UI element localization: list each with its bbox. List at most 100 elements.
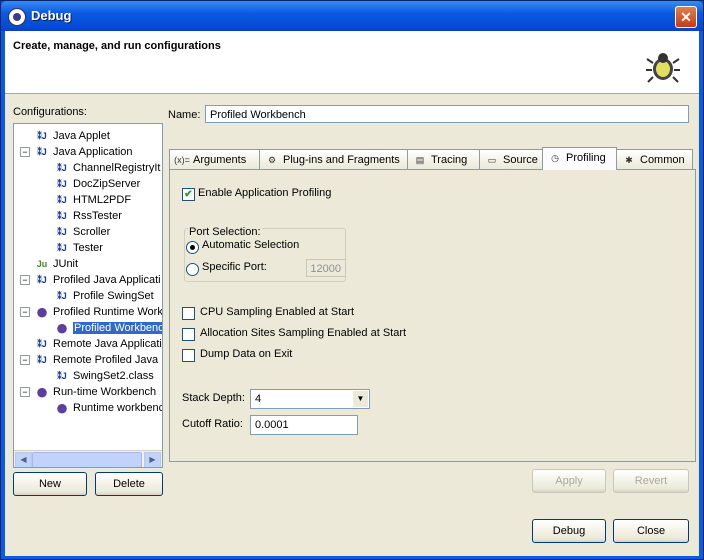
- profiling-clock-icon: ◷: [551, 153, 559, 164]
- tree-item[interactable]: Profiled Workbench: [54, 320, 162, 336]
- name-label: Name:: [168, 109, 201, 121]
- tree-item[interactable]: − ⁑J Profiled Java Applicati: [20, 272, 161, 288]
- scrollbar-thumb[interactable]: [32, 452, 142, 467]
- tree-item[interactable]: ⁑J Remote Java Applicati: [34, 336, 162, 352]
- tree-item[interactable]: ⁑J DocZipServer: [54, 176, 140, 192]
- automatic-selection-label: Automatic Selection: [202, 239, 300, 251]
- revert-button[interactable]: Revert: [613, 469, 689, 493]
- debug-dialog: Debug ✕ Create, manage, and run configur…: [0, 0, 704, 560]
- tree-item[interactable]: − ⁑J Java Application: [20, 144, 133, 160]
- tab-label: Tracing: [431, 154, 468, 166]
- scroll-right-icon[interactable]: ▶: [144, 452, 161, 467]
- chevron-down-icon[interactable]: ▼: [353, 391, 368, 407]
- java-app-icon: ⁑J: [57, 211, 67, 222]
- tree-item-label: Scroller: [73, 226, 111, 238]
- tree-item[interactable]: ⁑J RssTester: [54, 208, 122, 224]
- dialog-header: Create, manage, and run configurations: [5, 31, 699, 94]
- tab-label: Source: [503, 154, 538, 166]
- tree-item[interactable]: − Profiled Runtime Work: [20, 304, 163, 320]
- tree-item-label: SwingSet2.class: [73, 370, 154, 382]
- port-selection-title: Port Selection:: [188, 226, 262, 238]
- java-app-icon: ⁑J: [57, 243, 67, 254]
- tree-item[interactable]: ⁑J ChannelRegistryIt: [54, 160, 160, 176]
- tab-source[interactable]: ▭ Source: [479, 149, 543, 169]
- junit-icon: Ju: [36, 259, 48, 270]
- bug-icon: [646, 53, 680, 83]
- apply-button[interactable]: Apply: [532, 469, 606, 493]
- runtime-workbench-icon: [34, 305, 50, 320]
- specific-port-field[interactable]: 12000: [306, 259, 346, 277]
- tab-profiling[interactable]: ◷ Profiling: [542, 147, 617, 170]
- java-app-icon: ⁑J: [37, 147, 47, 158]
- tree-item[interactable]: ⁑J Tester: [54, 240, 103, 256]
- tree-item-label: Tester: [73, 242, 103, 254]
- java-app-icon: ⁑J: [57, 227, 67, 238]
- tab-label: Common: [640, 154, 685, 166]
- tree-item[interactable]: ⁑J SwingSet2.class: [54, 368, 154, 384]
- tab-common[interactable]: ✱ Common: [616, 149, 693, 169]
- tree-item[interactable]: ⁑J Scroller: [54, 224, 110, 240]
- tree-item[interactable]: − Run-time Workbench: [20, 384, 157, 400]
- java-applet-icon: ⁑J: [37, 131, 47, 142]
- new-button[interactable]: New: [13, 472, 87, 496]
- specific-port-radio[interactable]: [186, 263, 199, 276]
- enable-profiling-label: Enable Application Profiling: [198, 187, 332, 199]
- tab-tracing[interactable]: ▤ Tracing: [407, 149, 480, 169]
- dump-data-checkbox[interactable]: [182, 349, 195, 362]
- stack-depth-select[interactable]: 4 ▼: [250, 389, 370, 409]
- tree-item[interactable]: Ju JUnit: [34, 256, 78, 272]
- automatic-selection-radio[interactable]: [186, 241, 199, 254]
- collapse-icon[interactable]: −: [20, 307, 30, 317]
- close-window-button[interactable]: ✕: [675, 6, 697, 28]
- runtime-workbench-icon: [54, 321, 70, 336]
- tree-item-label: RssTester: [73, 210, 122, 222]
- delete-button[interactable]: Delete: [95, 472, 163, 496]
- allocation-sampling-checkbox[interactable]: [182, 328, 195, 341]
- tree-item-label: ChannelRegistryIt: [73, 162, 161, 174]
- tree-item[interactable]: Runtime workbench: [54, 400, 162, 416]
- close-button[interactable]: Close: [613, 519, 689, 543]
- java-app-icon: ⁑J: [57, 179, 67, 190]
- window-title: Debug: [31, 8, 72, 23]
- tab-arguments[interactable]: (x)= Arguments: [169, 149, 260, 169]
- collapse-icon[interactable]: −: [20, 355, 30, 365]
- tree-item-label: Remote Java Applicati: [53, 338, 162, 350]
- debug-button[interactable]: Debug: [532, 519, 606, 543]
- collapse-icon[interactable]: −: [20, 147, 30, 157]
- tree-item[interactable]: − ⁑J Remote Profiled Java: [20, 352, 159, 368]
- tree-item-label: JUnit: [53, 258, 79, 270]
- enable-profiling-checkbox[interactable]: ✔: [182, 188, 195, 201]
- tree-item-label: Java Applet: [53, 130, 110, 142]
- dialog-client: Create, manage, and run configurations C…: [5, 31, 699, 556]
- tree-horizontal-scrollbar[interactable]: ◀ ▶: [14, 450, 162, 467]
- title-bar[interactable]: Debug ✕: [1, 1, 703, 31]
- tree-item-label: Run-time Workbench: [53, 386, 157, 398]
- tree-item[interactable]: ⁑J HTML2PDF: [54, 192, 131, 208]
- tab-label: Plug-ins and Fragments: [283, 154, 400, 166]
- eclipse-icon: [8, 8, 26, 26]
- remote-java-icon: ⁑J: [57, 371, 67, 382]
- stack-depth-label: Stack Depth:: [182, 392, 245, 404]
- tree-item-label: Profile SwingSet: [73, 290, 154, 302]
- name-field[interactable]: Profiled Workbench: [205, 105, 689, 123]
- tree-item-label: Profiled Runtime Work: [53, 306, 163, 318]
- cpu-sampling-checkbox[interactable]: [182, 307, 195, 320]
- arguments-icon: (x)=: [174, 155, 190, 166]
- java-app-icon: ⁑J: [57, 195, 67, 206]
- remote-java-icon: ⁑J: [37, 339, 47, 350]
- tree-item[interactable]: ⁑J Java Applet: [34, 128, 110, 144]
- collapse-icon[interactable]: −: [20, 275, 30, 285]
- specific-port-label: Specific Port:: [202, 261, 267, 273]
- cutoff-ratio-field[interactable]: 0.0001: [250, 415, 358, 435]
- tab-plug-ins-and-fragments[interactable]: ⚙ Plug-ins and Fragments: [259, 149, 408, 169]
- tree-item[interactable]: ⁑J Profile SwingSet: [54, 288, 154, 304]
- runtime-workbench-icon: [54, 401, 70, 416]
- tree-item-label: Remote Profiled Java: [53, 354, 159, 366]
- runtime-workbench-icon: [34, 385, 50, 400]
- collapse-icon[interactable]: −: [20, 387, 30, 397]
- configurations-tree[interactable]: ⁑J Java Applet − ⁑J Java Application ⁑J Channe…: [13, 123, 163, 468]
- cutoff-ratio-label: Cutoff Ratio:: [182, 418, 243, 430]
- profiled-java-icon: ⁑J: [57, 291, 67, 302]
- scroll-left-icon[interactable]: ◀: [15, 452, 32, 467]
- configurations-label: Configurations:: [13, 106, 87, 118]
